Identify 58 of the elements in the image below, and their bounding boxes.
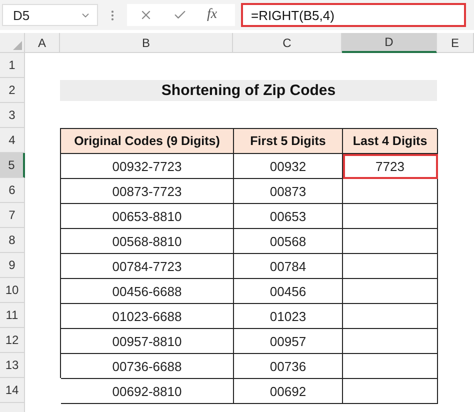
table-cell: 00957: [234, 329, 343, 354]
row-header[interactable]: 2: [0, 78, 25, 103]
table-cell: 00957-8810: [61, 329, 234, 354]
row-header[interactable]: 13: [0, 353, 25, 378]
column-header[interactable]: D: [342, 33, 437, 53]
row-header[interactable]: 11: [0, 303, 25, 328]
row-header[interactable]: 10: [0, 278, 25, 303]
column-header[interactable]: C: [233, 33, 342, 53]
table-cell: 01023-6688: [61, 304, 234, 329]
column-header[interactable]: E: [437, 33, 474, 53]
row-header[interactable]: 1: [0, 53, 25, 78]
table-cell[interactable]: [343, 354, 438, 379]
sheet-title: Shortening of Zip Codes: [60, 80, 437, 101]
row-header[interactable]: 12: [0, 328, 25, 353]
insert-function-button[interactable]: fx: [207, 7, 218, 23]
table-cell: 00784-7723: [61, 254, 234, 279]
table-cell[interactable]: [343, 179, 438, 204]
table-cell: 00873: [234, 179, 343, 204]
cancel-icon[interactable]: [139, 8, 153, 22]
column-heading: Original Codes (9 Digits): [61, 129, 234, 154]
row-header[interactable]: 6: [0, 178, 25, 203]
corner-triangle-icon: [13, 41, 22, 50]
table-cell: 00873-7723: [61, 179, 234, 204]
row-header[interactable]: 7: [0, 203, 25, 228]
table-cell[interactable]: [343, 229, 438, 254]
table-cell: 00653: [234, 204, 343, 229]
table-cell: 00736: [234, 354, 343, 379]
table-cell[interactable]: [343, 279, 438, 304]
table-cell: 00692-8810: [61, 379, 234, 404]
row-header[interactable]: 5: [0, 153, 25, 178]
table-cell: 00568: [234, 229, 343, 254]
table-cell: 00784: [234, 254, 343, 279]
selected-cell[interactable]: 7723: [343, 154, 438, 179]
row-header[interactable]: 14: [0, 378, 25, 403]
table-cell[interactable]: [343, 204, 438, 229]
row-header[interactable]: 9: [0, 253, 25, 278]
table-cell: 00456: [234, 279, 343, 304]
column-header[interactable]: B: [60, 33, 233, 53]
row-header[interactable]: 3: [0, 103, 25, 128]
table-cell: 00568-8810: [61, 229, 234, 254]
table-cell: 01023: [234, 304, 343, 329]
table-cell[interactable]: [343, 304, 438, 329]
table-cell: 00736-6688: [61, 354, 234, 379]
table-cell[interactable]: [343, 254, 438, 279]
table-cell: 00932: [234, 154, 343, 179]
table-cell: 00456-6688: [61, 279, 234, 304]
column-heading: First 5 Digits: [234, 129, 343, 154]
row-header[interactable]: 4: [0, 128, 25, 153]
table-cell[interactable]: [343, 329, 438, 354]
column-header[interactable]: A: [25, 33, 60, 53]
table-cell: 00653-8810: [61, 204, 234, 229]
column-heading: Last 4 Digits: [343, 129, 438, 154]
row-header[interactable]: 8: [0, 228, 25, 253]
name-box[interactable]: D5: [2, 4, 98, 26]
table-cell: 00692: [234, 379, 343, 404]
table-cell: 00932-7723: [61, 154, 234, 179]
formula-field[interactable]: =RIGHT(B5,4): [241, 3, 466, 27]
table-cell[interactable]: [343, 379, 438, 404]
